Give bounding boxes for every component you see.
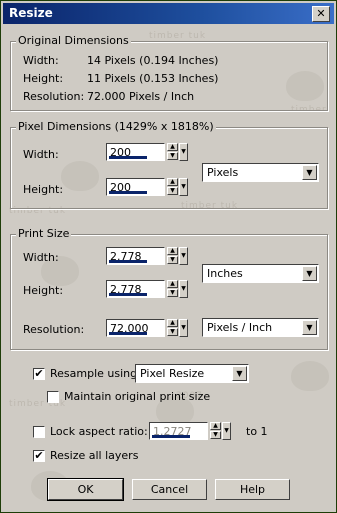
resolution-unit-select[interactable]: Pixels / Inch ▼ xyxy=(202,318,319,337)
pixel-height-field[interactable] xyxy=(106,178,168,196)
title-bar[interactable]: Resize ✕ xyxy=(3,3,334,24)
spin-down-icon[interactable]: ▼ xyxy=(210,431,221,439)
value-slider-bar[interactable] xyxy=(109,191,147,194)
group-title: Pixel Dimensions (1429% x 1818%) xyxy=(16,120,216,133)
chevron-down-icon[interactable]: ▼ xyxy=(302,266,317,281)
aspect-ratio-spinner[interactable]: ▲ ▼ xyxy=(210,422,221,440)
resize-all-layers-checkbox[interactable]: ✔ xyxy=(33,450,45,462)
watermark-tree-icon xyxy=(291,361,329,391)
maintain-print-size-label[interactable]: Maintain original print size xyxy=(64,390,210,403)
original-width-value: 14 Pixels (0.194 Inches) xyxy=(87,54,219,67)
print-resolution-dropdown-icon[interactable]: ▼ xyxy=(179,319,188,337)
pixel-width-field[interactable] xyxy=(106,143,168,161)
pixel-dimensions-group: Pixel Dimensions (1429% x 1818%) Width: … xyxy=(10,120,328,209)
resample-label[interactable]: Resample using: xyxy=(50,367,141,380)
chevron-down-icon[interactable]: ▼ xyxy=(302,165,317,180)
close-button[interactable]: ✕ xyxy=(312,6,330,22)
ok-button[interactable]: OK xyxy=(47,478,124,501)
spin-up-icon[interactable]: ▲ xyxy=(210,422,221,430)
print-height-field[interactable] xyxy=(106,280,168,298)
print-resolution-field[interactable] xyxy=(106,319,168,337)
chevron-down-icon[interactable]: ▼ xyxy=(232,366,247,381)
spin-down-icon[interactable]: ▼ xyxy=(167,256,178,264)
lock-aspect-label[interactable]: Lock aspect ratio: xyxy=(50,425,148,438)
print-width-field[interactable] xyxy=(106,247,168,265)
value-slider-bar[interactable] xyxy=(152,435,190,438)
resize-dialog: Resize ✕ timber tuk timber timber tuk ti… xyxy=(0,0,337,513)
pixel-height-dropdown-icon[interactable]: ▼ xyxy=(179,178,188,196)
original-width-label: Width: xyxy=(23,54,59,67)
aspect-ratio-field[interactable] xyxy=(149,422,211,440)
original-resolution-value: 72.000 Pixels / Inch xyxy=(87,90,195,103)
print-width-label: Width: xyxy=(23,251,59,264)
check-icon: ✔ xyxy=(34,449,44,462)
spin-up-icon[interactable]: ▲ xyxy=(167,319,178,327)
pixel-width-spinner[interactable]: ▲ ▼ xyxy=(167,143,178,161)
value-slider-bar[interactable] xyxy=(109,332,147,335)
pixel-width-label: Width: xyxy=(23,148,59,161)
lock-aspect-checkbox[interactable] xyxy=(33,426,45,438)
print-resolution-label: Resolution: xyxy=(23,323,85,336)
resample-method-select[interactable]: Pixel Resize ▼ xyxy=(135,364,249,383)
pixel-height-label: Height: xyxy=(23,183,64,196)
cancel-button[interactable]: Cancel xyxy=(132,479,207,500)
value-slider-bar[interactable] xyxy=(109,156,147,159)
print-unit-value: Inches xyxy=(207,267,243,280)
help-button[interactable]: Help xyxy=(215,479,290,500)
value-slider-bar[interactable] xyxy=(109,260,147,263)
resample-checkbox[interactable]: ✔ xyxy=(33,368,45,380)
resolution-unit-value: Pixels / Inch xyxy=(207,321,273,334)
maintain-print-size-checkbox[interactable] xyxy=(47,391,59,403)
resize-all-layers-label[interactable]: Resize all layers xyxy=(50,449,138,462)
group-title: Print Size xyxy=(16,227,72,240)
print-height-spinner[interactable]: ▲ ▼ xyxy=(167,280,178,298)
close-icon: ✕ xyxy=(316,7,326,20)
spin-down-icon[interactable]: ▼ xyxy=(167,328,178,336)
original-height-label: Height: xyxy=(23,72,64,85)
spin-up-icon[interactable]: ▲ xyxy=(167,178,178,186)
watermark-text: timber tuk xyxy=(149,31,207,41)
print-height-dropdown-icon[interactable]: ▼ xyxy=(179,280,188,298)
print-width-spinner[interactable]: ▲ ▼ xyxy=(167,247,178,265)
pixel-unit-select[interactable]: Pixels ▼ xyxy=(202,163,319,182)
print-width-dropdown-icon[interactable]: ▼ xyxy=(179,247,188,265)
value-slider-bar[interactable] xyxy=(109,293,147,296)
spin-up-icon[interactable]: ▲ xyxy=(167,280,178,288)
pixel-unit-value: Pixels xyxy=(207,166,239,179)
resample-method-value: Pixel Resize xyxy=(140,367,205,380)
spin-up-icon[interactable]: ▲ xyxy=(167,143,178,151)
print-unit-select[interactable]: Inches ▼ xyxy=(202,264,319,283)
original-resolution-label: Resolution: xyxy=(23,90,85,103)
aspect-ratio-dropdown-icon[interactable]: ▼ xyxy=(222,422,231,440)
pixel-width-dropdown-icon[interactable]: ▼ xyxy=(179,143,188,161)
chevron-down-icon[interactable]: ▼ xyxy=(302,320,317,335)
spin-down-icon[interactable]: ▼ xyxy=(167,187,178,195)
print-resolution-spinner[interactable]: ▲ ▼ xyxy=(167,319,178,337)
print-size-group: Print Size Width: ▲▼ ▼ Height: ▲▼ ▼ Inch… xyxy=(10,227,328,350)
group-title: Original Dimensions xyxy=(16,34,131,47)
pixel-height-spinner[interactable]: ▲ ▼ xyxy=(167,178,178,196)
original-height-value: 11 Pixels (0.153 Inches) xyxy=(87,72,219,85)
print-height-label: Height: xyxy=(23,284,64,297)
check-icon: ✔ xyxy=(34,367,44,380)
aspect-ratio-suffix: to 1 xyxy=(246,425,268,438)
spin-down-icon[interactable]: ▼ xyxy=(167,152,178,160)
window-title: Resize xyxy=(9,6,53,20)
original-dimensions-group: Original Dimensions Width: 14 Pixels (0.… xyxy=(10,34,328,111)
spin-down-icon[interactable]: ▼ xyxy=(167,289,178,297)
spin-up-icon[interactable]: ▲ xyxy=(167,247,178,255)
